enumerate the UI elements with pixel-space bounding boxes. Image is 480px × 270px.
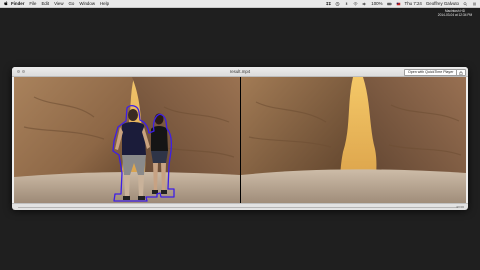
menu-help[interactable]: Help <box>100 1 109 6</box>
window-titlebar[interactable]: result.mp4 Open with QuickTime Player <box>12 67 468 77</box>
open-with-quicktime-button[interactable]: Open with QuickTime Player <box>404 69 458 76</box>
video-content[interactable] <box>14 77 466 203</box>
volume-icon[interactable] <box>362 2 367 6</box>
menu-edit[interactable]: Edit <box>42 1 50 6</box>
battery-icon[interactable] <box>386 2 392 6</box>
battery-percent[interactable]: 100% <box>371 1 382 6</box>
canyon-scene-right <box>241 77 466 203</box>
menu-app-name[interactable]: Finder <box>11 1 24 6</box>
spotlight-search-icon[interactable] <box>463 1 468 6</box>
menubar-user[interactable]: Geoffrey Galvuto <box>426 1 459 6</box>
notification-center-icon[interactable] <box>472 2 477 6</box>
playback-bar[interactable]: 00:00 <box>12 203 468 210</box>
dropbox-icon[interactable] <box>326 1 332 6</box>
video-frame-left <box>14 77 240 203</box>
bluetooth-icon[interactable] <box>344 1 349 6</box>
wifi-icon[interactable] <box>353 2 358 6</box>
desktop-drive-icon[interactable]: Macintosh HD 2014-03-04 at 12:34 PM <box>432 9 478 19</box>
status-area: 100% Thu 7:24 Geoffrey Galvuto <box>326 1 480 6</box>
share-button[interactable] <box>456 69 466 76</box>
scrubber-track[interactable] <box>18 207 458 208</box>
playback-timecode: 00:00 <box>456 205 464 209</box>
menu-view[interactable]: View <box>54 1 63 6</box>
menu-file[interactable]: File <box>29 1 36 6</box>
share-icon <box>459 70 463 75</box>
canyon-scene-left <box>14 77 240 203</box>
window-title: result.mp4 <box>229 69 251 74</box>
menu-go[interactable]: Go <box>69 1 75 6</box>
menu-window[interactable]: Window <box>79 1 95 6</box>
desktop-icon-label-2: 2014-03-04 at 12:34 PM <box>437 13 473 17</box>
video-frame-right <box>241 77 466 203</box>
menu-bar: Finder File Edit View Go Window Help 100… <box>0 0 480 8</box>
menubar-clock[interactable]: Thu 7:24 <box>405 1 422 6</box>
flag-icon[interactable] <box>396 2 401 6</box>
timemachine-icon[interactable] <box>335 1 340 6</box>
preview-window: result.mp4 Open with QuickTime Player 00… <box>12 67 468 210</box>
apple-menu-icon[interactable] <box>3 1 8 6</box>
